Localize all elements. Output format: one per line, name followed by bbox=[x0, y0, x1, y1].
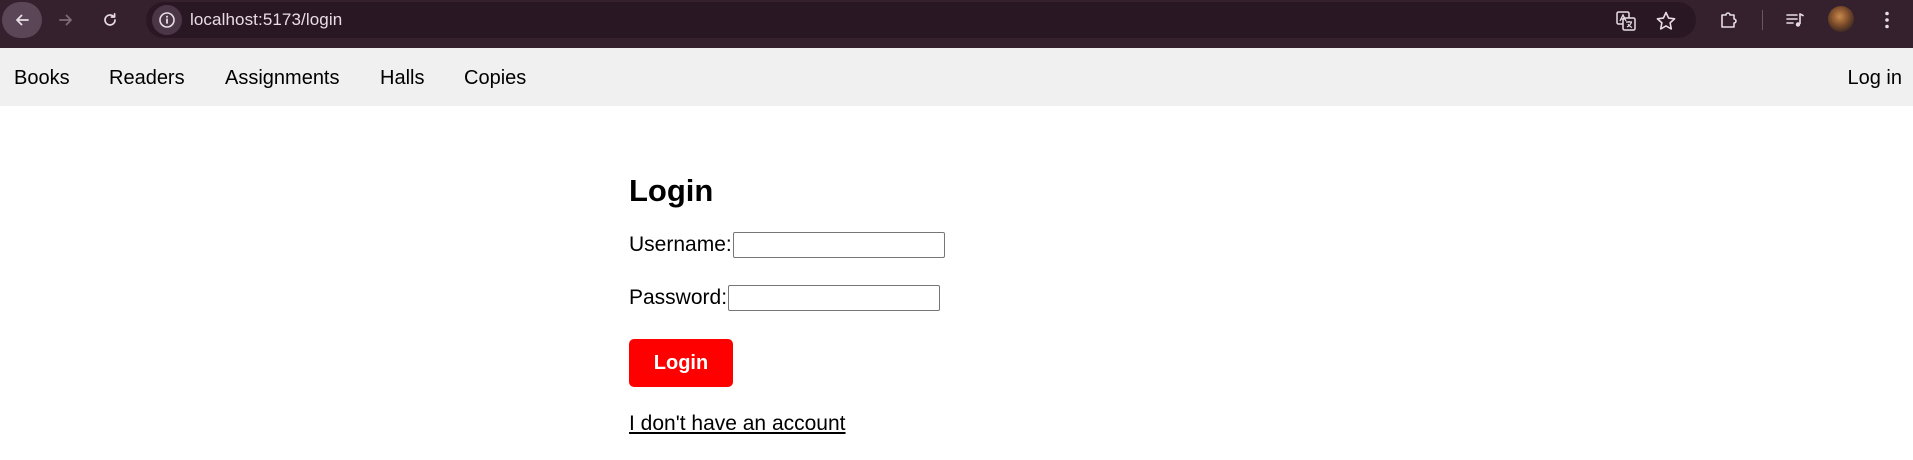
username-row: Username: bbox=[629, 232, 945, 258]
register-link[interactable]: I don't have an account bbox=[629, 412, 846, 436]
nav-link-assignments[interactable]: Assignments bbox=[225, 67, 340, 90]
translate-button[interactable] bbox=[1614, 9, 1638, 33]
translate-icon bbox=[1616, 11, 1636, 31]
password-row: Password: bbox=[629, 285, 941, 311]
star-icon bbox=[1656, 11, 1676, 30]
url-text[interactable]: localhost:5173/login bbox=[190, 10, 342, 30]
password-label: Password: bbox=[629, 286, 728, 309]
bookmark-button[interactable] bbox=[1654, 9, 1678, 33]
nav-link-login[interactable]: Log in bbox=[1848, 67, 1903, 90]
media-queue-icon bbox=[1786, 13, 1804, 27]
reload-icon bbox=[104, 12, 116, 26]
forward-button[interactable] bbox=[46, 2, 86, 38]
password-input[interactable] bbox=[728, 285, 941, 311]
back-button[interactable] bbox=[2, 2, 42, 38]
avatar[interactable] bbox=[1828, 6, 1854, 32]
login-button[interactable]: Login bbox=[629, 339, 733, 387]
nav-link-copies[interactable]: Copies bbox=[464, 67, 526, 90]
arrow-right-icon bbox=[59, 14, 72, 26]
address-bar[interactable]: localhost:5173/login bbox=[146, 2, 1696, 38]
browser-menu-button[interactable] bbox=[1874, 7, 1900, 33]
nav-link-books[interactable]: Books bbox=[14, 67, 70, 90]
toolbar-divider bbox=[1762, 10, 1763, 30]
nav-link-readers[interactable]: Readers bbox=[109, 67, 185, 90]
extensions-button[interactable] bbox=[1716, 7, 1742, 33]
arrow-left-icon bbox=[16, 14, 29, 26]
app-navbar: Books Readers Assignments Halls Copies L… bbox=[0, 48, 1913, 106]
media-controls-button[interactable] bbox=[1782, 7, 1808, 33]
reload-button[interactable] bbox=[90, 2, 130, 38]
browser-toolbar: localhost:5173/login bbox=[0, 0, 1913, 48]
info-icon bbox=[159, 12, 175, 28]
site-info-button[interactable] bbox=[152, 5, 182, 35]
username-input[interactable] bbox=[732, 232, 945, 258]
page-title: Login bbox=[629, 173, 714, 208]
nav-link-halls[interactable]: Halls bbox=[380, 67, 424, 90]
username-label: Username: bbox=[629, 233, 732, 256]
puzzle-icon bbox=[1721, 12, 1737, 28]
kebab-menu-icon bbox=[1885, 11, 1889, 29]
